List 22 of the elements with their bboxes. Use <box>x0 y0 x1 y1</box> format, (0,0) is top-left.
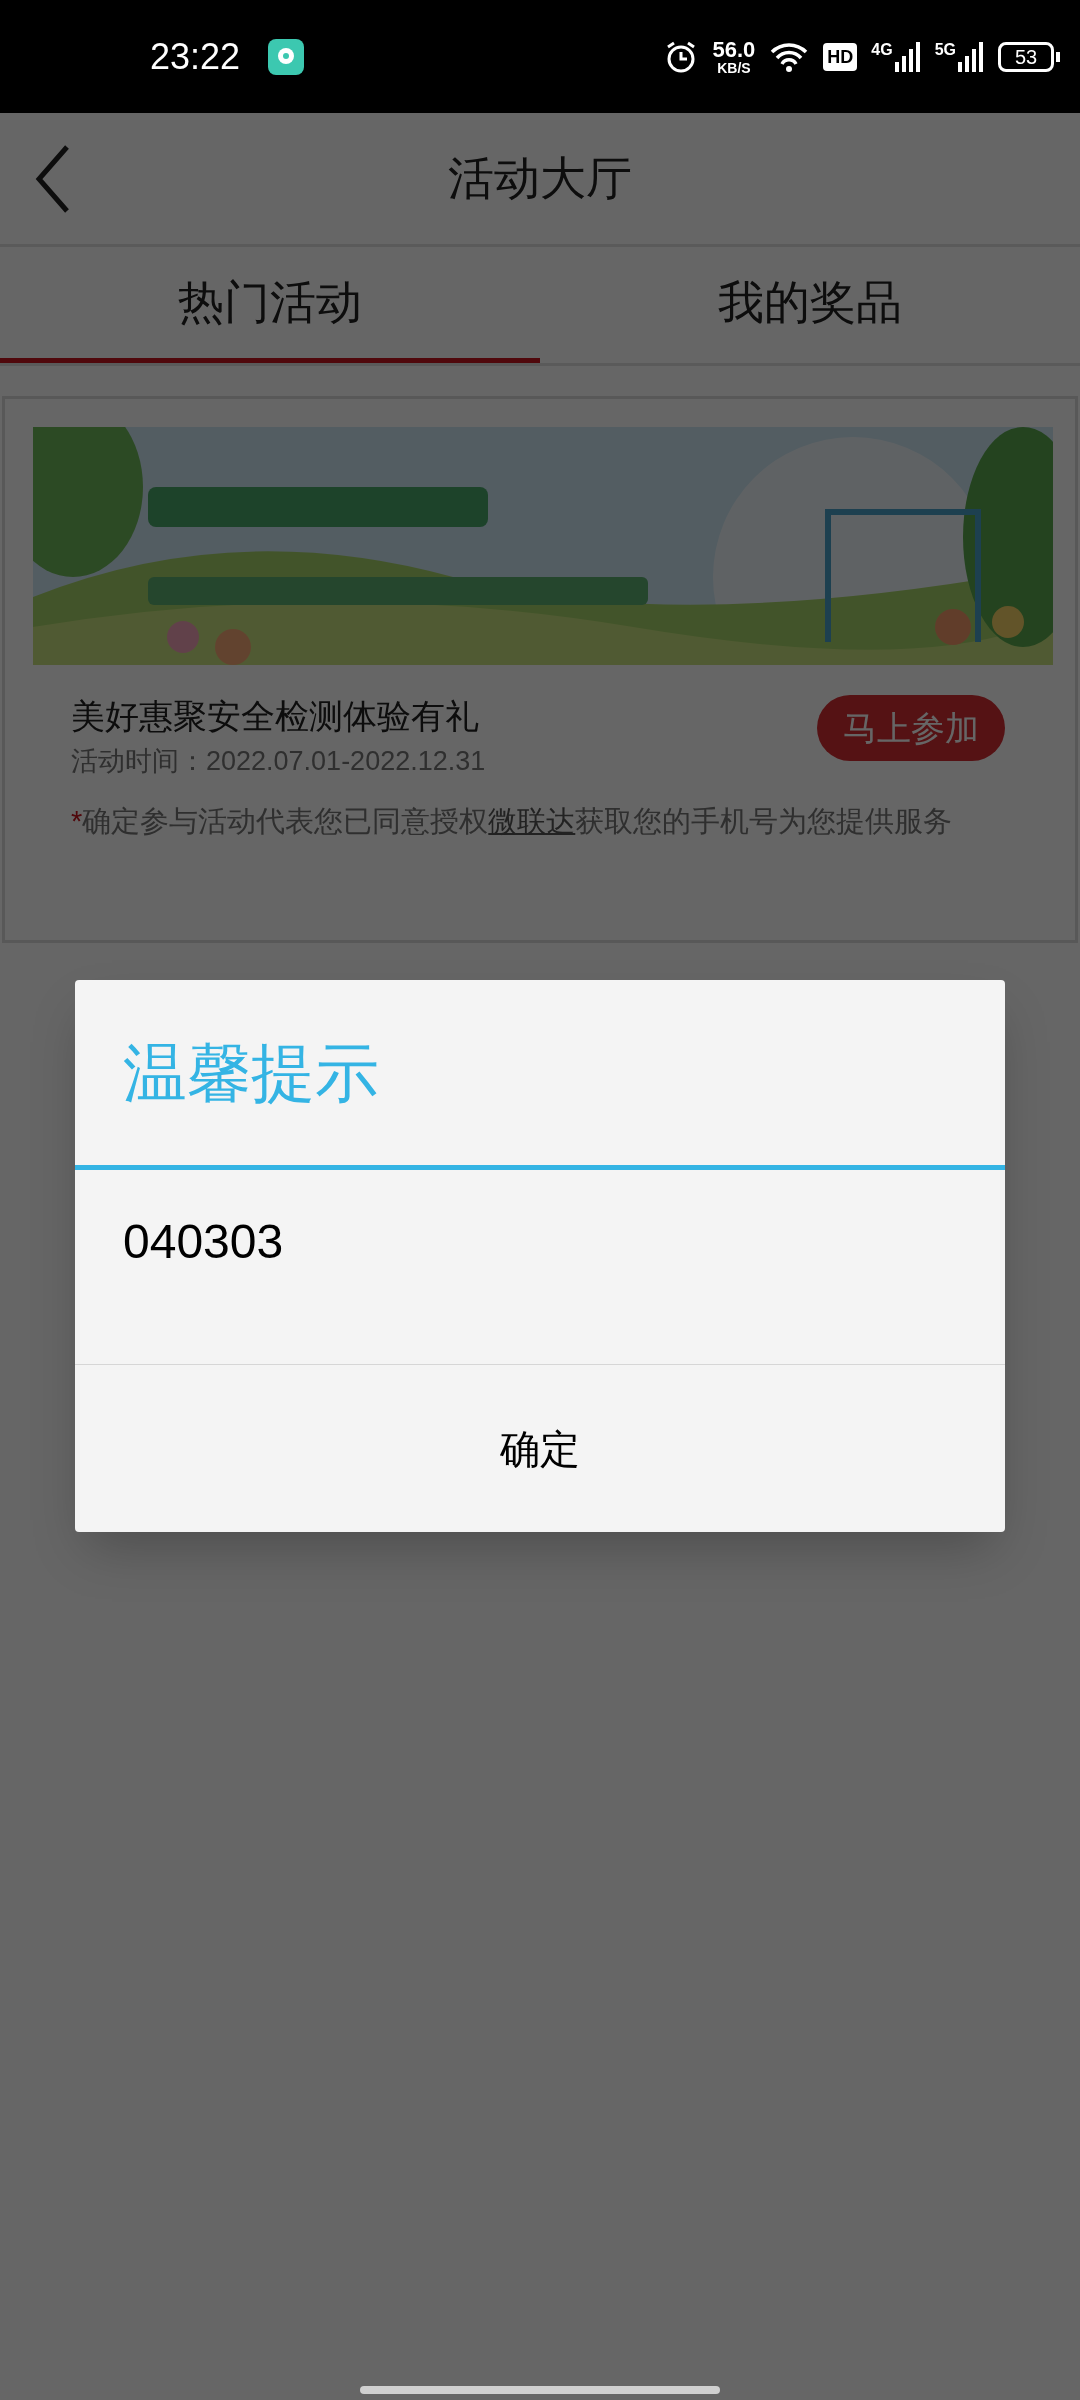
hd-badge: HD <box>823 42 858 71</box>
battery-indicator: 53 <box>998 41 1054 72</box>
page-title: 活动大厅 <box>448 151 632 206</box>
dialog-title: 温馨提示 <box>75 980 1005 1170</box>
dialog-message: 040303 <box>75 1170 1005 1365</box>
battery-tip <box>1056 51 1060 62</box>
app-notification-icon <box>268 38 305 75</box>
activity-title: 美好惠聚安全检测体验有礼 <box>71 696 480 737</box>
network-type: 4G <box>871 41 893 58</box>
network-type: 5G <box>934 41 956 58</box>
signal-icon <box>894 41 921 72</box>
back-icon <box>35 145 71 213</box>
net-speed: 56.0 <box>712 38 756 61</box>
net-speed-unit: KB/S <box>717 60 751 75</box>
signal-icon <box>958 41 984 72</box>
confirm-button[interactable]: 确定 <box>75 1365 1005 1532</box>
consent-link[interactable]: 微联达 <box>488 805 576 837</box>
join-button[interactable]: 马上参加 <box>817 695 1005 761</box>
wifi-icon <box>769 40 810 73</box>
tab[interactable]: 我的奖品 <box>540 247 1080 363</box>
status-time: 23:22 <box>150 34 241 79</box>
tab[interactable]: 热门活动 <box>0 247 540 363</box>
